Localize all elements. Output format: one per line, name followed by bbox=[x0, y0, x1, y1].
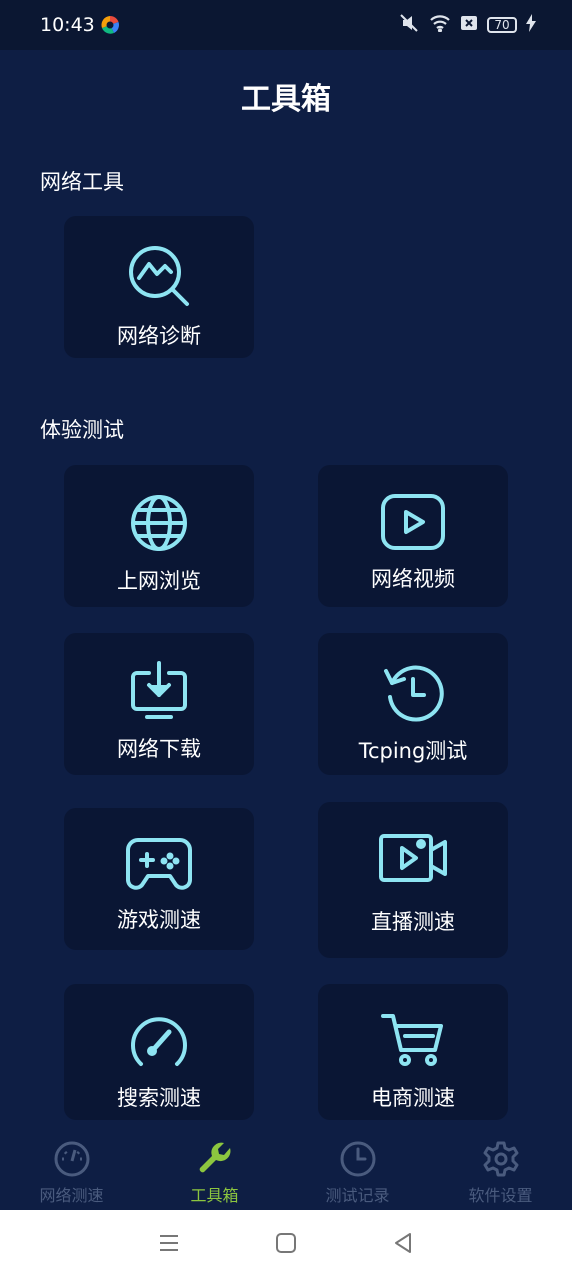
back-icon[interactable] bbox=[391, 1231, 415, 1259]
tcping-card[interactable]: Tcping测试 bbox=[318, 633, 508, 775]
live-card[interactable]: 直播测速 bbox=[318, 802, 508, 958]
status-bar: 10:43 70 bbox=[0, 0, 572, 50]
card-label: 电商测速 bbox=[371, 1086, 455, 1110]
card-label: 网络下载 bbox=[117, 737, 201, 761]
nav-item-settings[interactable]: 软件设置 bbox=[429, 1130, 572, 1210]
history-clock-icon bbox=[384, 665, 444, 722]
nav-item-toolbox[interactable]: 工具箱 bbox=[143, 1130, 286, 1210]
card-label: Tcping测试 bbox=[358, 739, 468, 763]
status-time: 10:43 bbox=[40, 14, 95, 36]
ecommerce-card[interactable]: 电商测速 bbox=[318, 984, 508, 1120]
shopping-cart-icon bbox=[381, 1014, 443, 1066]
browse-card[interactable]: 上网浏览 bbox=[64, 465, 254, 607]
download-card[interactable]: 网络下载 bbox=[64, 633, 254, 775]
page-title: 工具箱 bbox=[241, 82, 331, 117]
nav-item-speedtest[interactable]: 网络测速 bbox=[0, 1130, 143, 1210]
clock-icon bbox=[340, 1141, 375, 1177]
magnifier-chart-icon bbox=[129, 246, 189, 306]
system-nav-bar bbox=[0, 1210, 572, 1280]
menu-icon[interactable] bbox=[157, 1231, 181, 1259]
search-card[interactable]: 搜索测速 bbox=[64, 984, 254, 1120]
globe-icon bbox=[131, 495, 187, 551]
video-card[interactable]: 网络视频 bbox=[318, 465, 508, 607]
card-label: 直播测速 bbox=[371, 910, 455, 934]
nav-label: 测试记录 bbox=[325, 1186, 390, 1205]
home-icon[interactable] bbox=[274, 1231, 298, 1259]
gear-icon bbox=[483, 1141, 518, 1177]
app-notification-icon bbox=[100, 15, 120, 39]
video-camera-icon bbox=[379, 834, 447, 882]
sim-x-icon bbox=[460, 14, 478, 36]
card-label: 网络视频 bbox=[371, 567, 455, 591]
card-label: 网络诊断 bbox=[117, 324, 201, 348]
speedometer-icon bbox=[131, 1017, 187, 1066]
nav-label: 网络测速 bbox=[39, 1186, 104, 1205]
card-label: 搜索测速 bbox=[117, 1086, 201, 1110]
diagnosis-card[interactable]: 网络诊断 bbox=[64, 216, 254, 358]
charging-icon bbox=[526, 14, 536, 36]
battery-indicator: 70 bbox=[487, 17, 517, 33]
nav-item-records[interactable]: 测试记录 bbox=[286, 1130, 429, 1210]
speedometer-icon bbox=[54, 1141, 89, 1177]
wrench-icon bbox=[199, 1142, 230, 1173]
section-network-tools: 网络工具 bbox=[40, 170, 124, 194]
card-label: 上网浏览 bbox=[117, 569, 201, 593]
wifi-icon bbox=[429, 14, 451, 36]
gamepad-icon bbox=[126, 838, 192, 890]
card-label: 游戏测速 bbox=[117, 908, 201, 932]
game-card[interactable]: 游戏测速 bbox=[64, 808, 254, 950]
bottom-nav: 网络测速 工具箱 测试记录 软件设置 bbox=[0, 1130, 572, 1210]
video-play-icon bbox=[381, 494, 445, 550]
section-experience-tests: 体验测试 bbox=[40, 418, 124, 442]
nav-label: 软件设置 bbox=[468, 1186, 533, 1205]
nav-label: 工具箱 bbox=[190, 1186, 239, 1205]
mute-icon bbox=[398, 14, 420, 36]
download-monitor-icon bbox=[131, 661, 187, 719]
